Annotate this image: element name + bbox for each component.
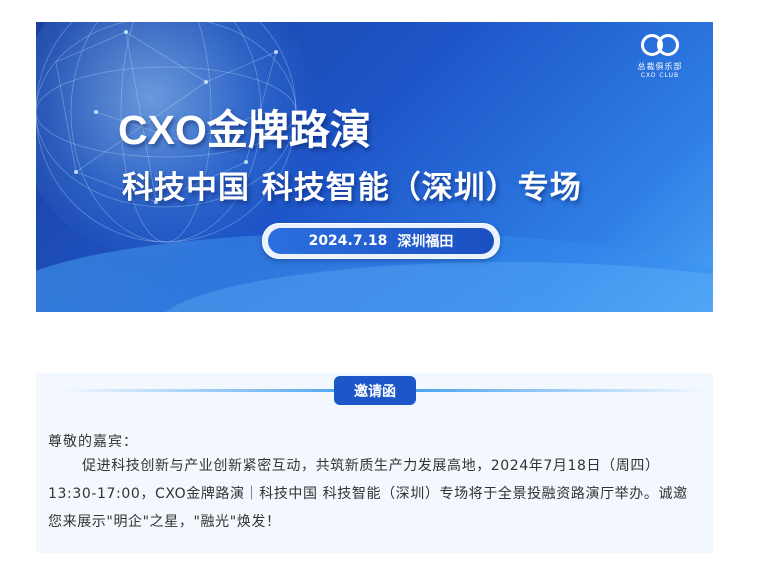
event-location: 深圳福田 [397, 234, 454, 250]
divider-left [60, 389, 356, 392]
logo-mark-icon [639, 34, 681, 58]
banner-title: CXO金牌路演 [118, 107, 371, 153]
logo-sub: CXO CLUB [640, 72, 680, 79]
cxo-club-logo: 总裁俱乐部 CXO CLUB [625, 34, 695, 79]
event-banner: 总裁俱乐部 CXO CLUB CXO金牌路演 科技中国 科技智能（深圳）专场 2… [36, 22, 713, 312]
logo-name: 总裁俱乐部 [637, 62, 683, 71]
date-location-pill: 2024.7.18 深圳福田 [262, 223, 500, 259]
banner-subtitle: 科技中国 科技智能（深圳）专场 [122, 170, 582, 206]
event-date: 2024.7.18 [308, 233, 388, 249]
divider-right [412, 389, 708, 392]
invitation-greeting: 尊敬的嘉宾： [48, 434, 138, 450]
invitation-body: 促进科技创新与产业创新紧密互动，共筑新质生产力发展高地，2024年7月18日（周… [48, 458, 688, 530]
invitation-tag: 邀请函 [334, 376, 416, 405]
